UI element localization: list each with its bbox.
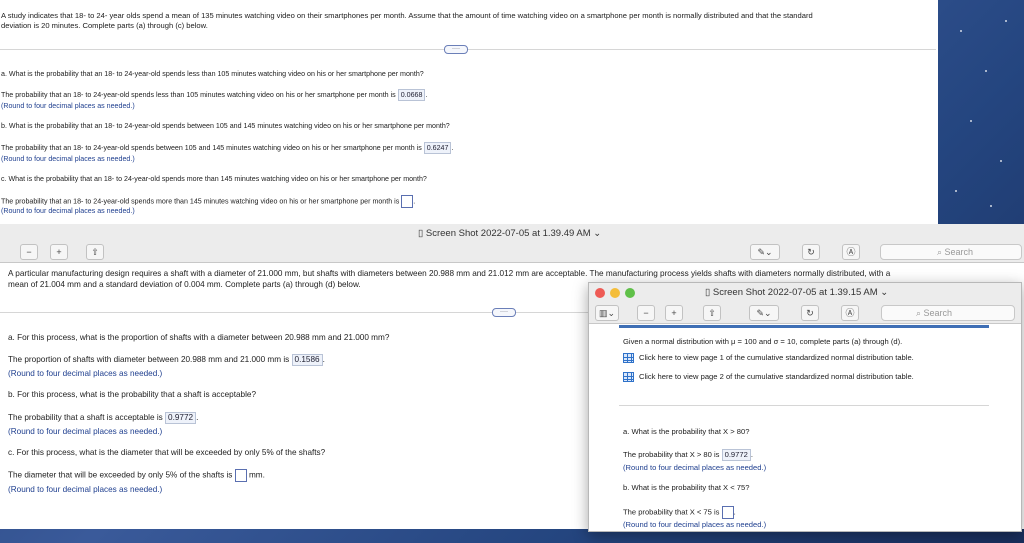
- question-a: a. What is the probability that X > 80?: [623, 427, 750, 436]
- window-toolbar: ▯ Screen Shot 2022-07-05 at 1.39.15 AM ⌄…: [589, 283, 1021, 324]
- hint-b: (Round to four decimal places as needed.…: [1, 155, 135, 163]
- answer-a-value[interactable]: 0.9772: [721, 449, 751, 461]
- window-toolbar: ▯ Screen Shot 2022-07-05 at 1.39.49 AM ⌄…: [0, 224, 1024, 263]
- share-icon[interactable]: ⇧: [86, 244, 104, 260]
- zoom-in-icon[interactable]: +: [50, 244, 68, 260]
- hint-a: (Round to four decimal places as needed.…: [623, 463, 767, 472]
- expand-dots-button[interactable]: ····: [444, 45, 468, 54]
- table-link-1[interactable]: Click here to view page 1 of the cumulat…: [623, 353, 914, 363]
- question-b: b. For this process, what is the probabi…: [8, 390, 257, 399]
- table-link-2[interactable]: Click here to view page 2 of the cumulat…: [623, 372, 914, 382]
- annotate-icon[interactable]: Ⓐ: [841, 305, 859, 321]
- minimize-button[interactable]: [610, 288, 620, 298]
- rotate-icon[interactable]: ↻: [801, 305, 819, 321]
- answer-c-input[interactable]: [234, 469, 247, 482]
- hint-b: (Round to four decimal places as needed.…: [8, 427, 163, 436]
- answer-c: The diameter that will be exceeded by on…: [8, 469, 265, 482]
- answer-a-value[interactable]: 0.0668: [397, 89, 426, 101]
- rotate-icon[interactable]: ↻: [802, 244, 820, 260]
- answer-a: The proportion of shafts with diameter b…: [8, 354, 325, 366]
- search-input[interactable]: ⌕ Search: [880, 244, 1022, 260]
- table-icon: [623, 372, 634, 382]
- window-title: ▯ Screen Shot 2022-07-05 at 1.39.49 AM ⌄: [418, 228, 602, 239]
- markup-pen-icon[interactable]: ✎⌄: [750, 244, 780, 260]
- table-icon: [623, 353, 634, 363]
- answer-c-input[interactable]: [401, 195, 414, 208]
- question-b: b. What is the probability that an 18- t…: [1, 122, 450, 130]
- question-a: a. What is the probability that an 18- t…: [1, 70, 424, 78]
- maximize-button[interactable]: [625, 288, 635, 298]
- preview-window-normal: ▯ Screen Shot 2022-07-05 at 1.39.15 AM ⌄…: [588, 282, 1022, 532]
- answer-b-input[interactable]: [721, 506, 734, 519]
- answer-b: The probability that X < 75 is .: [623, 506, 736, 519]
- zoom-out-icon[interactable]: −: [20, 244, 38, 260]
- zoom-out-icon[interactable]: −: [637, 305, 655, 321]
- given-text: Given a normal distribution with μ = 100…: [623, 337, 903, 346]
- question-b: b. What is the probability that X < 75?: [623, 483, 750, 492]
- answer-b-value[interactable]: 0.6247: [423, 142, 452, 154]
- markup-pen-icon[interactable]: ✎⌄: [749, 305, 779, 321]
- answer-b-value[interactable]: 0.9772: [165, 412, 197, 424]
- answer-a-value[interactable]: 0.1586: [291, 354, 323, 366]
- sidebar-icon[interactable]: ▥⌄: [595, 305, 619, 321]
- problem-intro: A study indicates that 18- to 24- year o…: [1, 11, 813, 30]
- search-input[interactable]: ⌕ Search: [881, 305, 1015, 321]
- close-button[interactable]: [595, 288, 605, 298]
- answer-a: The probability that X > 80 is 0.9772.: [623, 449, 753, 461]
- question-c: c. For this process, what is the diamete…: [8, 448, 326, 457]
- hint-a: (Round to four decimal places as needed.…: [8, 369, 163, 378]
- window-title: ▯ Screen Shot 2022-07-05 at 1.39.15 AM ⌄: [705, 287, 889, 298]
- zoom-in-icon[interactable]: +: [665, 305, 683, 321]
- content-top-bar: [619, 325, 989, 328]
- answer-b: The probability that an 18- to 24-year-o…: [1, 142, 454, 154]
- hint-b: (Round to four decimal places as needed.…: [623, 520, 767, 529]
- answer-a: The probability that an 18- to 24-year-o…: [1, 89, 428, 101]
- question-c: c. What is the probability that an 18- t…: [1, 175, 427, 183]
- annotate-icon[interactable]: Ⓐ: [842, 244, 860, 260]
- answer-b: The probability that a shaft is acceptab…: [8, 412, 199, 424]
- hint-c: (Round to four decimal places as needed.…: [8, 485, 163, 494]
- hint-c: (Round to four decimal places as needed.…: [1, 207, 135, 215]
- share-icon[interactable]: ⇧: [703, 305, 721, 321]
- expand-dots-button[interactable]: ····: [492, 308, 516, 317]
- background-problem-window: A study indicates that 18- to 24- year o…: [0, 0, 938, 224]
- question-a: a. For this process, what is the proport…: [8, 333, 390, 342]
- hint-a: (Round to four decimal places as needed.…: [1, 102, 135, 110]
